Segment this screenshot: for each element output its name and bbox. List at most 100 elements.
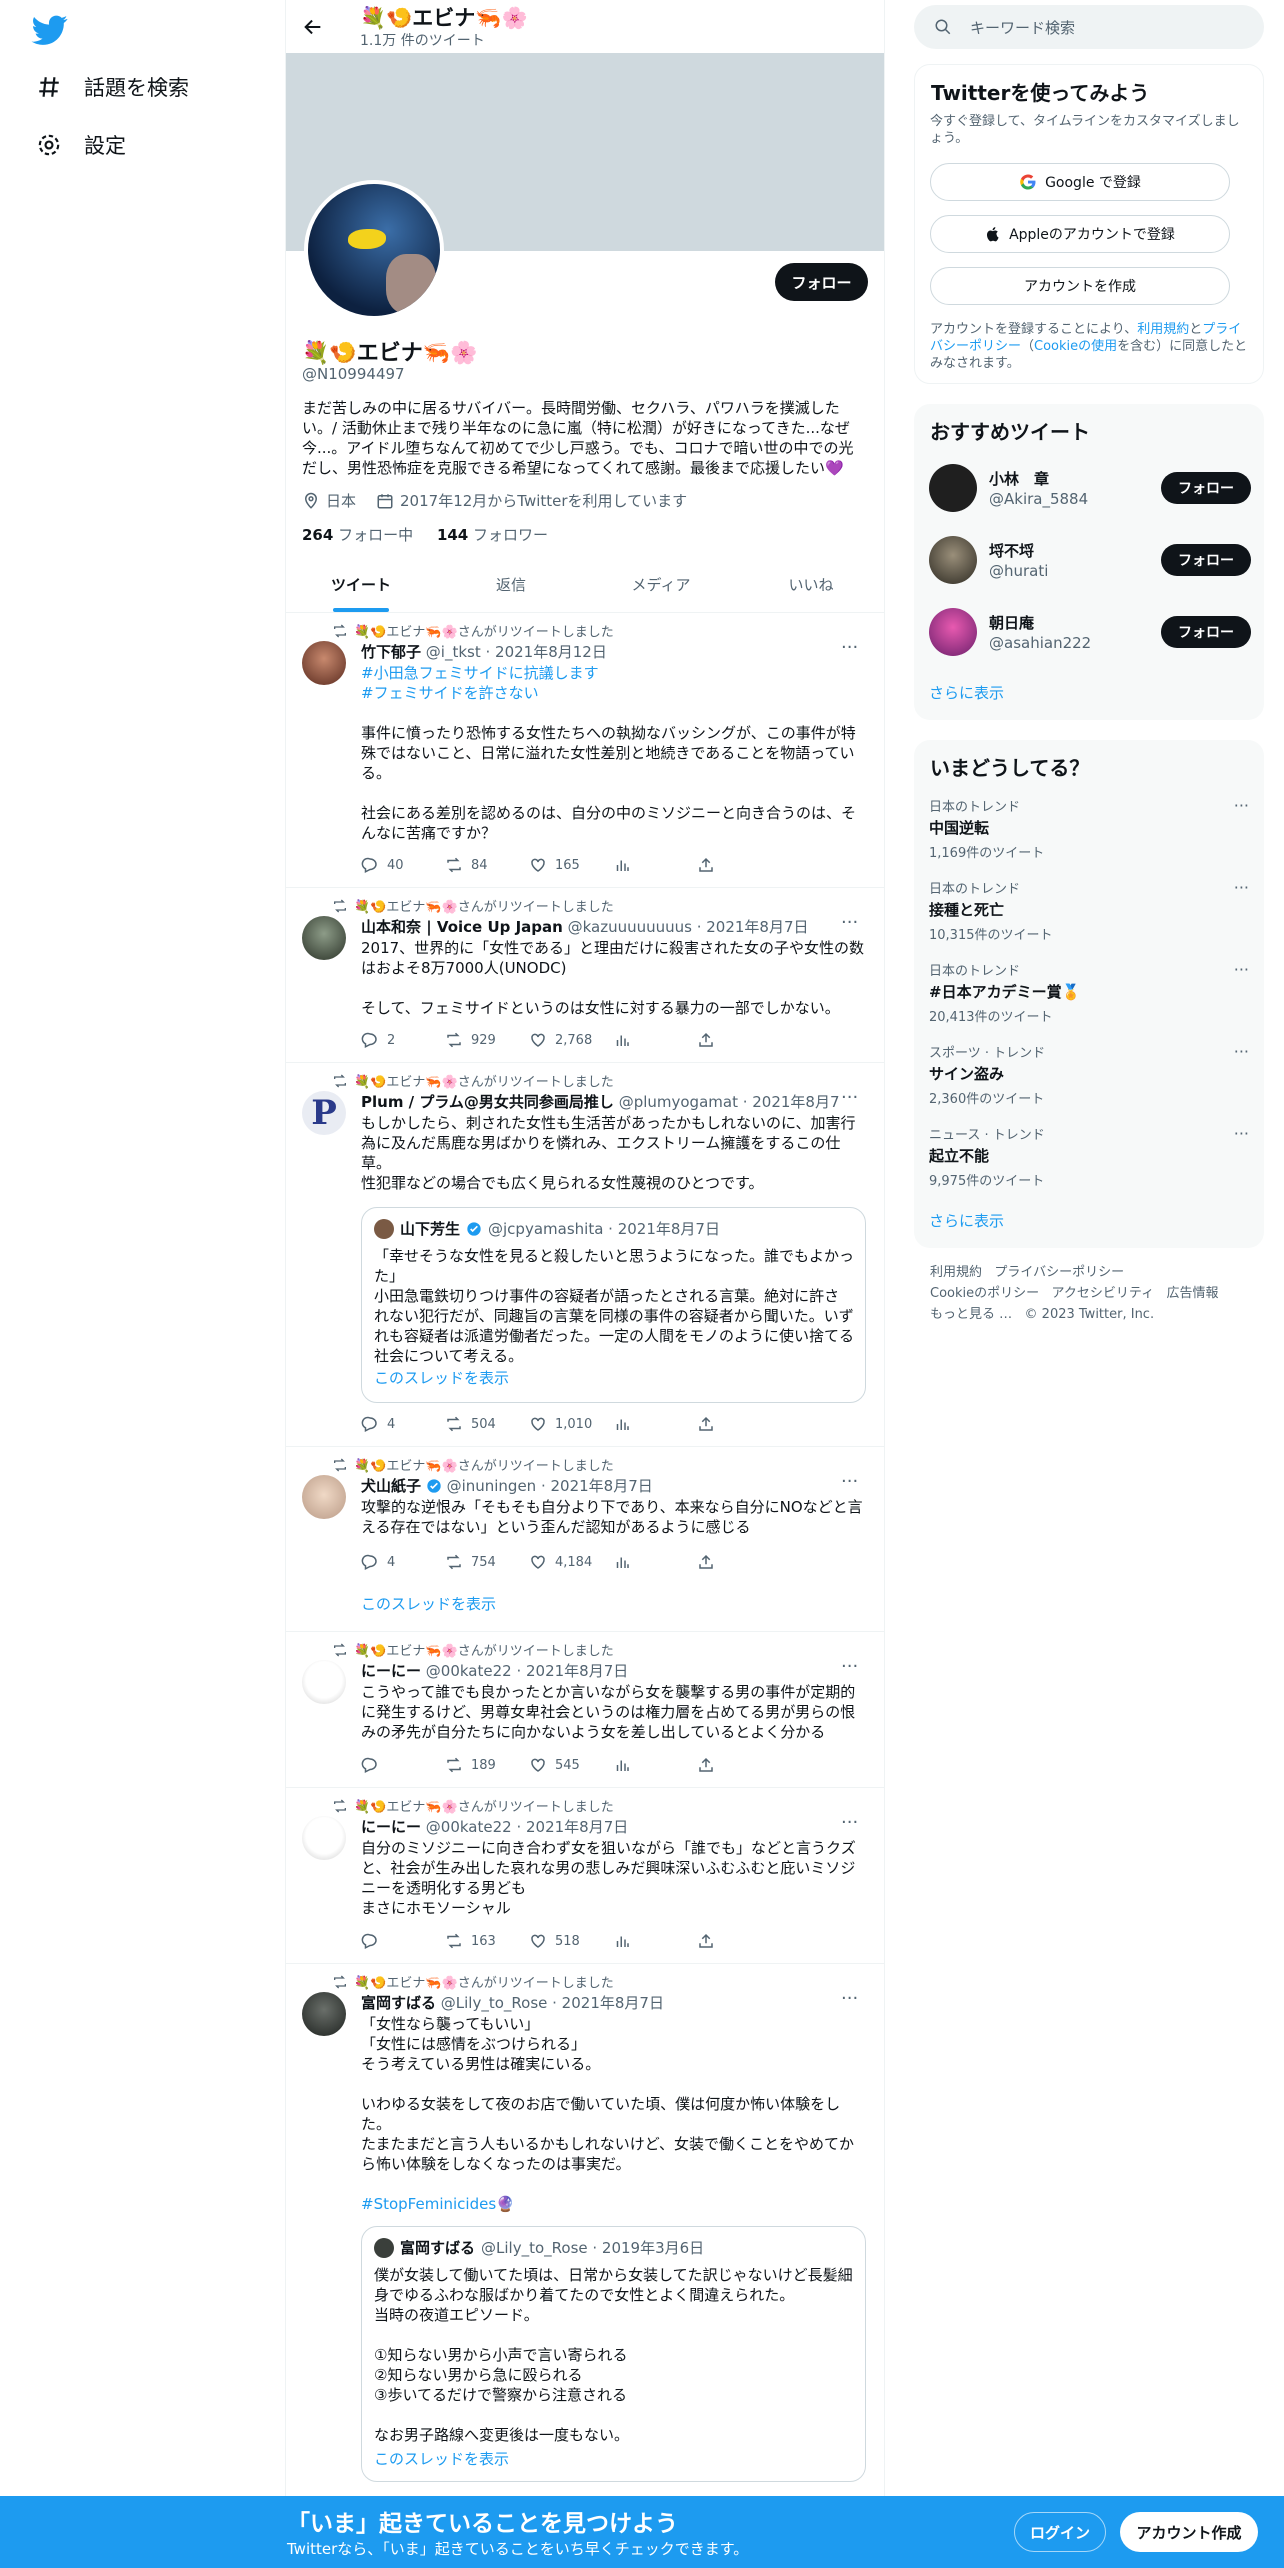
tab-media[interactable]: メディア: [586, 556, 736, 612]
trend-item[interactable]: 日本のトレンド 中国逆転 1,169件のツイート ···: [929, 796, 1249, 861]
cookie-use-link[interactable]: Cookieの使用: [1034, 339, 1117, 354]
retweet-button[interactable]: 84: [445, 856, 529, 874]
retweet-button[interactable]: 754: [445, 1553, 529, 1571]
more-icon[interactable]: ···: [1234, 1042, 1249, 1061]
retweet-button[interactable]: 163: [445, 1932, 529, 1950]
back-arrow-icon[interactable]: [302, 16, 324, 38]
tweet[interactable]: 💐🍤エビナ🦐🌸さんがリツイートしました 山本和奈 | Voice Up Japa…: [286, 888, 884, 1063]
avatar[interactable]: [302, 641, 346, 685]
tweet-author-name[interactable]: 富岡すばる: [361, 1994, 436, 2012]
profile-avatar[interactable]: [304, 180, 444, 320]
follow-button[interactable]: フォロー: [1161, 544, 1251, 576]
avatar[interactable]: [302, 1660, 346, 1704]
trend-item[interactable]: 日本のトレンド 接種と死亡 10,315件のツイート ···: [929, 878, 1249, 943]
reply-button[interactable]: 4: [361, 1415, 445, 1433]
tab-likes[interactable]: いいね: [736, 556, 884, 612]
avatar[interactable]: P: [302, 1091, 346, 1135]
followers-link[interactable]: 144 フォロワー: [437, 526, 548, 544]
more-icon[interactable]: ···: [841, 637, 858, 658]
avatar[interactable]: [302, 1992, 346, 2036]
terms-of-service-link[interactable]: 利用規約: [1137, 322, 1189, 337]
tweet-author-name[interactable]: 犬山紙子: [361, 1477, 421, 1495]
signup-button[interactable]: アカウント作成: [1120, 2512, 1258, 2552]
tweet-author-name[interactable]: 山本和奈 | Voice Up Japan: [361, 918, 563, 936]
reply-button[interactable]: [361, 1932, 445, 1950]
footer-ads-link[interactable]: 広告情報: [1167, 1286, 1219, 1301]
more-icon[interactable]: ···: [841, 912, 858, 933]
retweet-button[interactable]: 929: [445, 1031, 529, 1049]
more-icon[interactable]: ···: [841, 1988, 858, 2009]
like-button[interactable]: 518: [529, 1932, 613, 1950]
analytics-button[interactable]: [613, 1756, 697, 1774]
share-button[interactable]: [697, 1415, 781, 1433]
search-input[interactable]: キーワード検索: [970, 17, 1075, 38]
trend-item[interactable]: スポーツ · トレンド サイン盗み 2,360件のツイート ···: [929, 1042, 1249, 1107]
follow-button[interactable]: フォロー: [1161, 616, 1251, 648]
retweet-button[interactable]: 189: [445, 1756, 529, 1774]
reply-button[interactable]: 4: [361, 1553, 445, 1571]
tweet-author-name[interactable]: Plum / プラム@男女共同参画局推し: [361, 1093, 614, 1111]
footer-more-link[interactable]: もっと見る …: [930, 1307, 1012, 1322]
quoted-tweet[interactable]: 富岡すばる @Lily_to_Rose · 2019年3月6日 僕が女装して働い…: [361, 2226, 866, 2482]
twitter-logo-icon[interactable]: [30, 12, 70, 48]
show-thread-link[interactable]: このスレッドを表示: [374, 2449, 854, 2469]
trend-item[interactable]: 日本のトレンド #日本アカデミー賞🏅 20,413件のツイート ···: [929, 960, 1249, 1025]
tweet-author-name[interactable]: 竹下郁子: [361, 643, 421, 661]
more-icon[interactable]: ···: [1234, 1124, 1249, 1143]
footer-accessibility-link[interactable]: アクセシビリティ: [1052, 1286, 1155, 1301]
avatar[interactable]: [302, 1475, 346, 1519]
following-link[interactable]: 264 フォロー中: [302, 526, 413, 544]
reply-button[interactable]: 2: [361, 1031, 445, 1049]
recommended-user[interactable]: 朝日庵 @asahian222 フォロー: [929, 606, 1251, 656]
share-button[interactable]: [697, 1756, 781, 1774]
like-button[interactable]: 165: [529, 856, 613, 874]
tweet-author-name[interactable]: にーにー: [361, 1818, 421, 1836]
tweet[interactable]: 💐🍤エビナ🦐🌸さんがリツイートしました 竹下郁子 @i_tkst · 2021年…: [286, 613, 884, 888]
more-icon[interactable]: ···: [841, 1471, 858, 1492]
retweet-button[interactable]: 504: [445, 1415, 529, 1433]
tweet[interactable]: 💐🍤エビナ🦐🌸さんがリツイートしました P Plum / プラム@男女共同参画局…: [286, 1063, 884, 1447]
analytics-button[interactable]: [613, 1553, 697, 1571]
search-bar[interactable]: キーワード検索: [914, 5, 1264, 49]
more-icon[interactable]: ···: [1234, 796, 1249, 815]
tweet[interactable]: 💐🍤エビナ🦐🌸さんがリツイートしました 犬山紙子 @inuningen · 20…: [286, 1447, 884, 1632]
nav-explore[interactable]: 話題を検索: [36, 72, 189, 102]
follow-button[interactable]: フォロー: [1161, 472, 1251, 504]
share-button[interactable]: [697, 1031, 781, 1049]
more-icon[interactable]: ···: [1234, 960, 1249, 979]
trend-item[interactable]: ニュース · トレンド 起立不能 9,975件のツイート ···: [929, 1124, 1249, 1189]
footer-terms-link[interactable]: 利用規約: [930, 1265, 982, 1280]
analytics-button[interactable]: [613, 1932, 697, 1950]
more-icon[interactable]: ···: [841, 1812, 858, 1833]
recommended-user[interactable]: 小林 章 @Akira_5884 フォロー: [929, 462, 1251, 512]
footer-cookie-link[interactable]: Cookieのポリシー: [930, 1286, 1039, 1301]
tweet-hashtags[interactable]: #小田急フェミサイドに抗議します #フェミサイドを許さない: [361, 663, 866, 703]
like-button[interactable]: 4,184: [529, 1553, 613, 1571]
analytics-button[interactable]: [613, 856, 697, 874]
nav-settings[interactable]: 設定: [36, 130, 126, 160]
follow-button[interactable]: フォロー: [775, 263, 868, 301]
tweet[interactable]: 💐🍤エビナ🦐🌸さんがリツイートしました にーにー @00kate22 · 202…: [286, 1788, 884, 1964]
tweet[interactable]: 💐🍤エビナ🦐🌸さんがリツイートしました 富岡すばる @Lily_to_Rose …: [286, 1964, 884, 2504]
show-more-link[interactable]: さらに表示: [929, 682, 1004, 703]
analytics-button[interactable]: [613, 1415, 697, 1433]
login-button[interactable]: ログイン: [1014, 2512, 1106, 2552]
tweet-hashtag[interactable]: #StopFeminicides🔮: [361, 2194, 866, 2214]
apple-signup-button[interactable]: Appleのアカウントで登録: [930, 215, 1230, 253]
show-more-link[interactable]: さらに表示: [929, 1210, 1004, 1231]
more-icon[interactable]: ···: [841, 1656, 858, 1677]
like-button[interactable]: 545: [529, 1756, 613, 1774]
like-button[interactable]: 1,010: [529, 1415, 613, 1433]
share-button[interactable]: [697, 1932, 781, 1950]
create-account-button[interactable]: アカウントを作成: [930, 267, 1230, 305]
show-thread-link[interactable]: このスレッドを表示: [361, 1594, 866, 1614]
more-icon[interactable]: ···: [1234, 878, 1249, 897]
quoted-tweet[interactable]: 山下芳生 @jcpyamashita · 2021年8月7日 「幸せそうな女性を…: [361, 1207, 866, 1403]
recommended-user[interactable]: 埒不埒 @hurati フォロー: [929, 534, 1251, 584]
more-icon[interactable]: ···: [841, 1087, 858, 1108]
tweet[interactable]: 💐🍤エビナ🦐🌸さんがリツイートしました にーにー @00kate22 · 202…: [286, 1632, 884, 1788]
analytics-button[interactable]: [613, 1031, 697, 1049]
footer-privacy-link[interactable]: プライバシーポリシー: [994, 1265, 1124, 1280]
avatar[interactable]: [302, 916, 346, 960]
google-signup-button[interactable]: Google で登録: [930, 163, 1230, 201]
